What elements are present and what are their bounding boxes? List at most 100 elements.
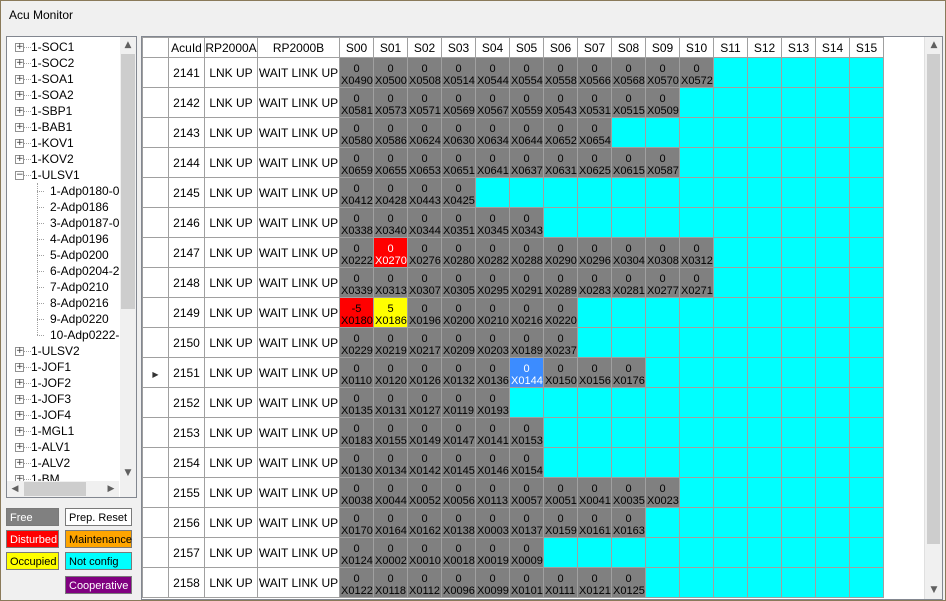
slot-cell[interactable]: 0 X0003 bbox=[475, 507, 510, 538]
slot-cell[interactable]: 0 X0304 bbox=[611, 237, 646, 268]
tree-node[interactable]: 1-JOF1 bbox=[31, 359, 71, 375]
rp2000a-cell[interactable]: LNK UP bbox=[204, 177, 258, 208]
slot-cell[interactable]: 0 X0203 bbox=[475, 327, 510, 358]
row-header[interactable] bbox=[142, 327, 169, 358]
slot-cell-empty[interactable] bbox=[679, 297, 714, 328]
slot-cell[interactable]: 0 X0120 bbox=[373, 357, 408, 388]
slot-cell[interactable]: 0 X0305 bbox=[441, 267, 476, 298]
slot-cell-empty[interactable] bbox=[679, 537, 714, 568]
tree-node[interactable]: 2-Adp0186 bbox=[50, 199, 109, 215]
column-header[interactable]: S01 bbox=[373, 37, 408, 58]
slot-cell-empty[interactable] bbox=[645, 387, 680, 418]
tree-node[interactable]: 1-KOV2 bbox=[31, 151, 74, 167]
slot-cell[interactable]: 0 X0307 bbox=[407, 267, 442, 298]
acuid-cell[interactable]: 2146 bbox=[168, 207, 205, 238]
tree-node[interactable]: 1-ALV1 bbox=[31, 439, 70, 455]
slot-cell-empty[interactable] bbox=[781, 297, 816, 328]
table-row[interactable]: 2156 LNK UP WAIT LINK UP 0 X0170 0 X0164 0 X0162… bbox=[142, 507, 884, 538]
slot-cell-empty[interactable] bbox=[713, 387, 748, 418]
column-header[interactable]: AcuId bbox=[168, 37, 205, 58]
tree-expander-icon[interactable]: + bbox=[15, 59, 24, 68]
slot-cell[interactable]: 0 X0009 bbox=[509, 537, 544, 568]
tree-node[interactable]: 5-Adp0200 bbox=[50, 247, 109, 263]
tree-node[interactable]: 1-BAB1 bbox=[31, 119, 72, 135]
slot-cell-empty[interactable] bbox=[611, 177, 646, 208]
slot-cell-empty[interactable] bbox=[781, 387, 816, 418]
row-header[interactable] bbox=[142, 297, 169, 328]
slot-cell-empty[interactable] bbox=[645, 537, 680, 568]
tree-expander-icon[interactable]: + bbox=[15, 363, 24, 372]
slot-cell-empty[interactable] bbox=[679, 327, 714, 358]
tree-expander-icon[interactable]: + bbox=[15, 91, 24, 100]
slot-cell-empty[interactable] bbox=[747, 357, 782, 388]
slot-cell-empty[interactable] bbox=[747, 537, 782, 568]
slot-cell[interactable]: 0 X0587 bbox=[645, 147, 680, 178]
slot-cell[interactable]: -5 X0180 bbox=[339, 297, 374, 328]
slot-cell-empty[interactable] bbox=[849, 447, 884, 478]
slot-cell[interactable]: 0 X0412 bbox=[339, 177, 374, 208]
tree-expander-icon[interactable]: + bbox=[15, 139, 24, 148]
tree-expander-icon[interactable]: + bbox=[15, 155, 24, 164]
slot-cell-empty[interactable] bbox=[713, 87, 748, 118]
column-header[interactable]: S15 bbox=[849, 37, 884, 58]
slot-cell[interactable]: 0 X0138 bbox=[441, 507, 476, 538]
slot-cell-empty[interactable] bbox=[849, 87, 884, 118]
slot-cell-empty[interactable] bbox=[577, 447, 612, 478]
slot-cell[interactable]: 0 X0196 bbox=[407, 297, 442, 328]
slot-cell-empty[interactable] bbox=[679, 87, 714, 118]
slot-cell[interactable]: 0 X0237 bbox=[543, 327, 578, 358]
slot-cell-empty[interactable] bbox=[781, 477, 816, 508]
slot-cell-empty[interactable] bbox=[713, 477, 748, 508]
slot-cell-empty[interactable] bbox=[815, 567, 850, 598]
slot-cell-empty[interactable] bbox=[781, 237, 816, 268]
slot-cell[interactable]: 0 X0282 bbox=[475, 237, 510, 268]
slot-cell[interactable]: 0 X0217 bbox=[407, 327, 442, 358]
slot-cell-empty[interactable] bbox=[747, 57, 782, 88]
table-row[interactable]: 2150 LNK UP WAIT LINK UP 0 X0229 0 X0219 0 X0217… bbox=[142, 327, 884, 358]
slot-cell[interactable]: 0 X0280 bbox=[441, 237, 476, 268]
slot-cell-empty[interactable] bbox=[781, 267, 816, 298]
grid-scroll-down-icon[interactable]: ▼ bbox=[926, 582, 942, 598]
slot-cell[interactable]: 0 X0141 bbox=[475, 417, 510, 448]
acuid-cell[interactable]: 2143 bbox=[168, 117, 205, 148]
rp2000a-cell[interactable]: LNK UP bbox=[204, 147, 258, 178]
slot-cell-empty[interactable] bbox=[747, 117, 782, 148]
slot-cell-empty[interactable] bbox=[577, 387, 612, 418]
slot-cell-empty[interactable] bbox=[577, 327, 612, 358]
column-header[interactable]: S00 bbox=[339, 37, 374, 58]
slot-cell-empty[interactable] bbox=[747, 447, 782, 478]
slot-cell[interactable]: 0 X0144 bbox=[509, 357, 544, 388]
slot-cell-empty[interactable] bbox=[781, 447, 816, 478]
slot-cell-empty[interactable] bbox=[781, 417, 816, 448]
rp2000a-cell[interactable]: LNK UP bbox=[204, 87, 258, 118]
slot-cell[interactable]: 0 X0573 bbox=[373, 87, 408, 118]
slot-cell[interactable]: 0 X0428 bbox=[373, 177, 408, 208]
slot-cell[interactable]: 0 X0130 bbox=[339, 447, 374, 478]
slot-cell[interactable]: 0 X0559 bbox=[509, 87, 544, 118]
slot-cell-empty[interactable] bbox=[849, 537, 884, 568]
slot-cell[interactable]: 0 X0312 bbox=[679, 237, 714, 268]
slot-cell[interactable]: 0 X0051 bbox=[543, 477, 578, 508]
tree-expander-icon[interactable]: + bbox=[15, 379, 24, 388]
rp2000b-cell[interactable]: WAIT LINK UP bbox=[257, 387, 340, 418]
slot-cell[interactable]: 0 X0624 bbox=[407, 117, 442, 148]
slot-cell[interactable]: 0 X0101 bbox=[509, 567, 544, 598]
slot-cell[interactable]: 0 X0209 bbox=[441, 327, 476, 358]
slot-cell-empty[interactable] bbox=[747, 147, 782, 178]
slot-cell-empty[interactable] bbox=[611, 537, 646, 568]
slot-cell[interactable]: 0 X0508 bbox=[407, 57, 442, 88]
slot-cell[interactable]: 0 X0035 bbox=[611, 477, 646, 508]
slot-cell-empty[interactable] bbox=[679, 177, 714, 208]
slot-cell[interactable]: 0 X0121 bbox=[577, 567, 612, 598]
tree-expander-icon[interactable]: + bbox=[15, 395, 24, 404]
tree-expander-icon[interactable]: + bbox=[15, 75, 24, 84]
slot-cell[interactable]: 0 X0289 bbox=[543, 267, 578, 298]
slot-cell[interactable]: 0 X0308 bbox=[645, 237, 680, 268]
slot-cell-empty[interactable] bbox=[645, 507, 680, 538]
rp2000b-cell[interactable]: WAIT LINK UP bbox=[257, 537, 340, 568]
slot-cell-empty[interactable] bbox=[645, 207, 680, 238]
slot-cell-empty[interactable] bbox=[815, 267, 850, 298]
slot-cell[interactable]: 0 X0041 bbox=[577, 477, 612, 508]
slot-cell[interactable]: 0 X0651 bbox=[441, 147, 476, 178]
slot-cell[interactable]: 0 X0002 bbox=[373, 537, 408, 568]
